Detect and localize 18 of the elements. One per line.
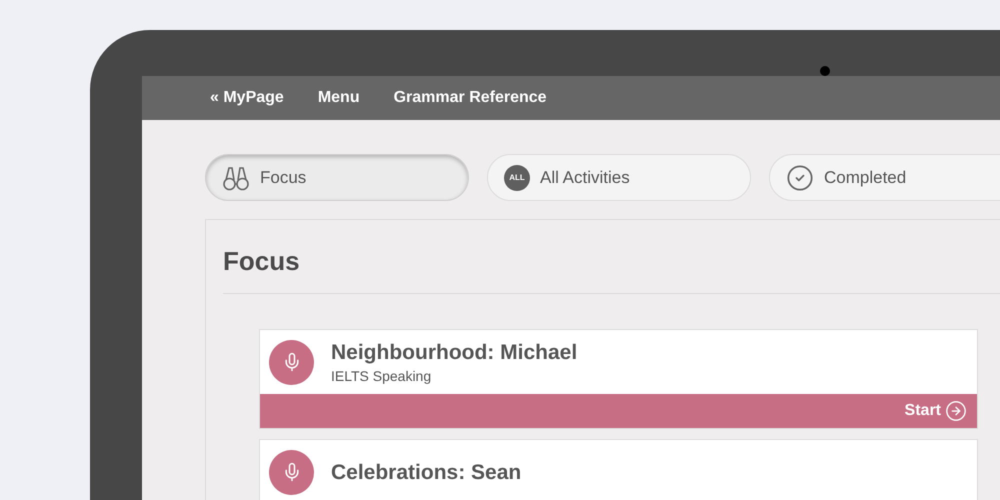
start-button[interactable]: Start [260, 394, 977, 428]
check-circle-icon [786, 164, 814, 192]
section-title: Focus [223, 245, 300, 278]
activity-title: Celebrations: Sean [331, 462, 522, 482]
nav-link[interactable]: « MyPage [210, 86, 284, 110]
filter-tab[interactable]: Focus [205, 154, 469, 201]
nav-link[interactable]: Grammar Reference [394, 86, 547, 110]
filter-tab[interactable]: Completed [769, 154, 1000, 201]
activity-card[interactable]: Neighbourhood: Michael IELTS Speaking Start [259, 329, 978, 429]
filter-tab[interactable]: ALL All Activities [487, 154, 751, 201]
activity-title: Neighbourhood: Michael [331, 342, 578, 362]
arrow-right-icon [945, 400, 967, 422]
nav-link[interactable]: Menu [318, 86, 360, 110]
microphone-icon [269, 340, 314, 384]
all-badge-icon: ALL [504, 164, 530, 190]
activity-subtitle: IELTS Speaking [331, 368, 432, 382]
activity-card[interactable]: Celebrations: Sean [259, 439, 978, 500]
microphone-icon [269, 450, 314, 494]
